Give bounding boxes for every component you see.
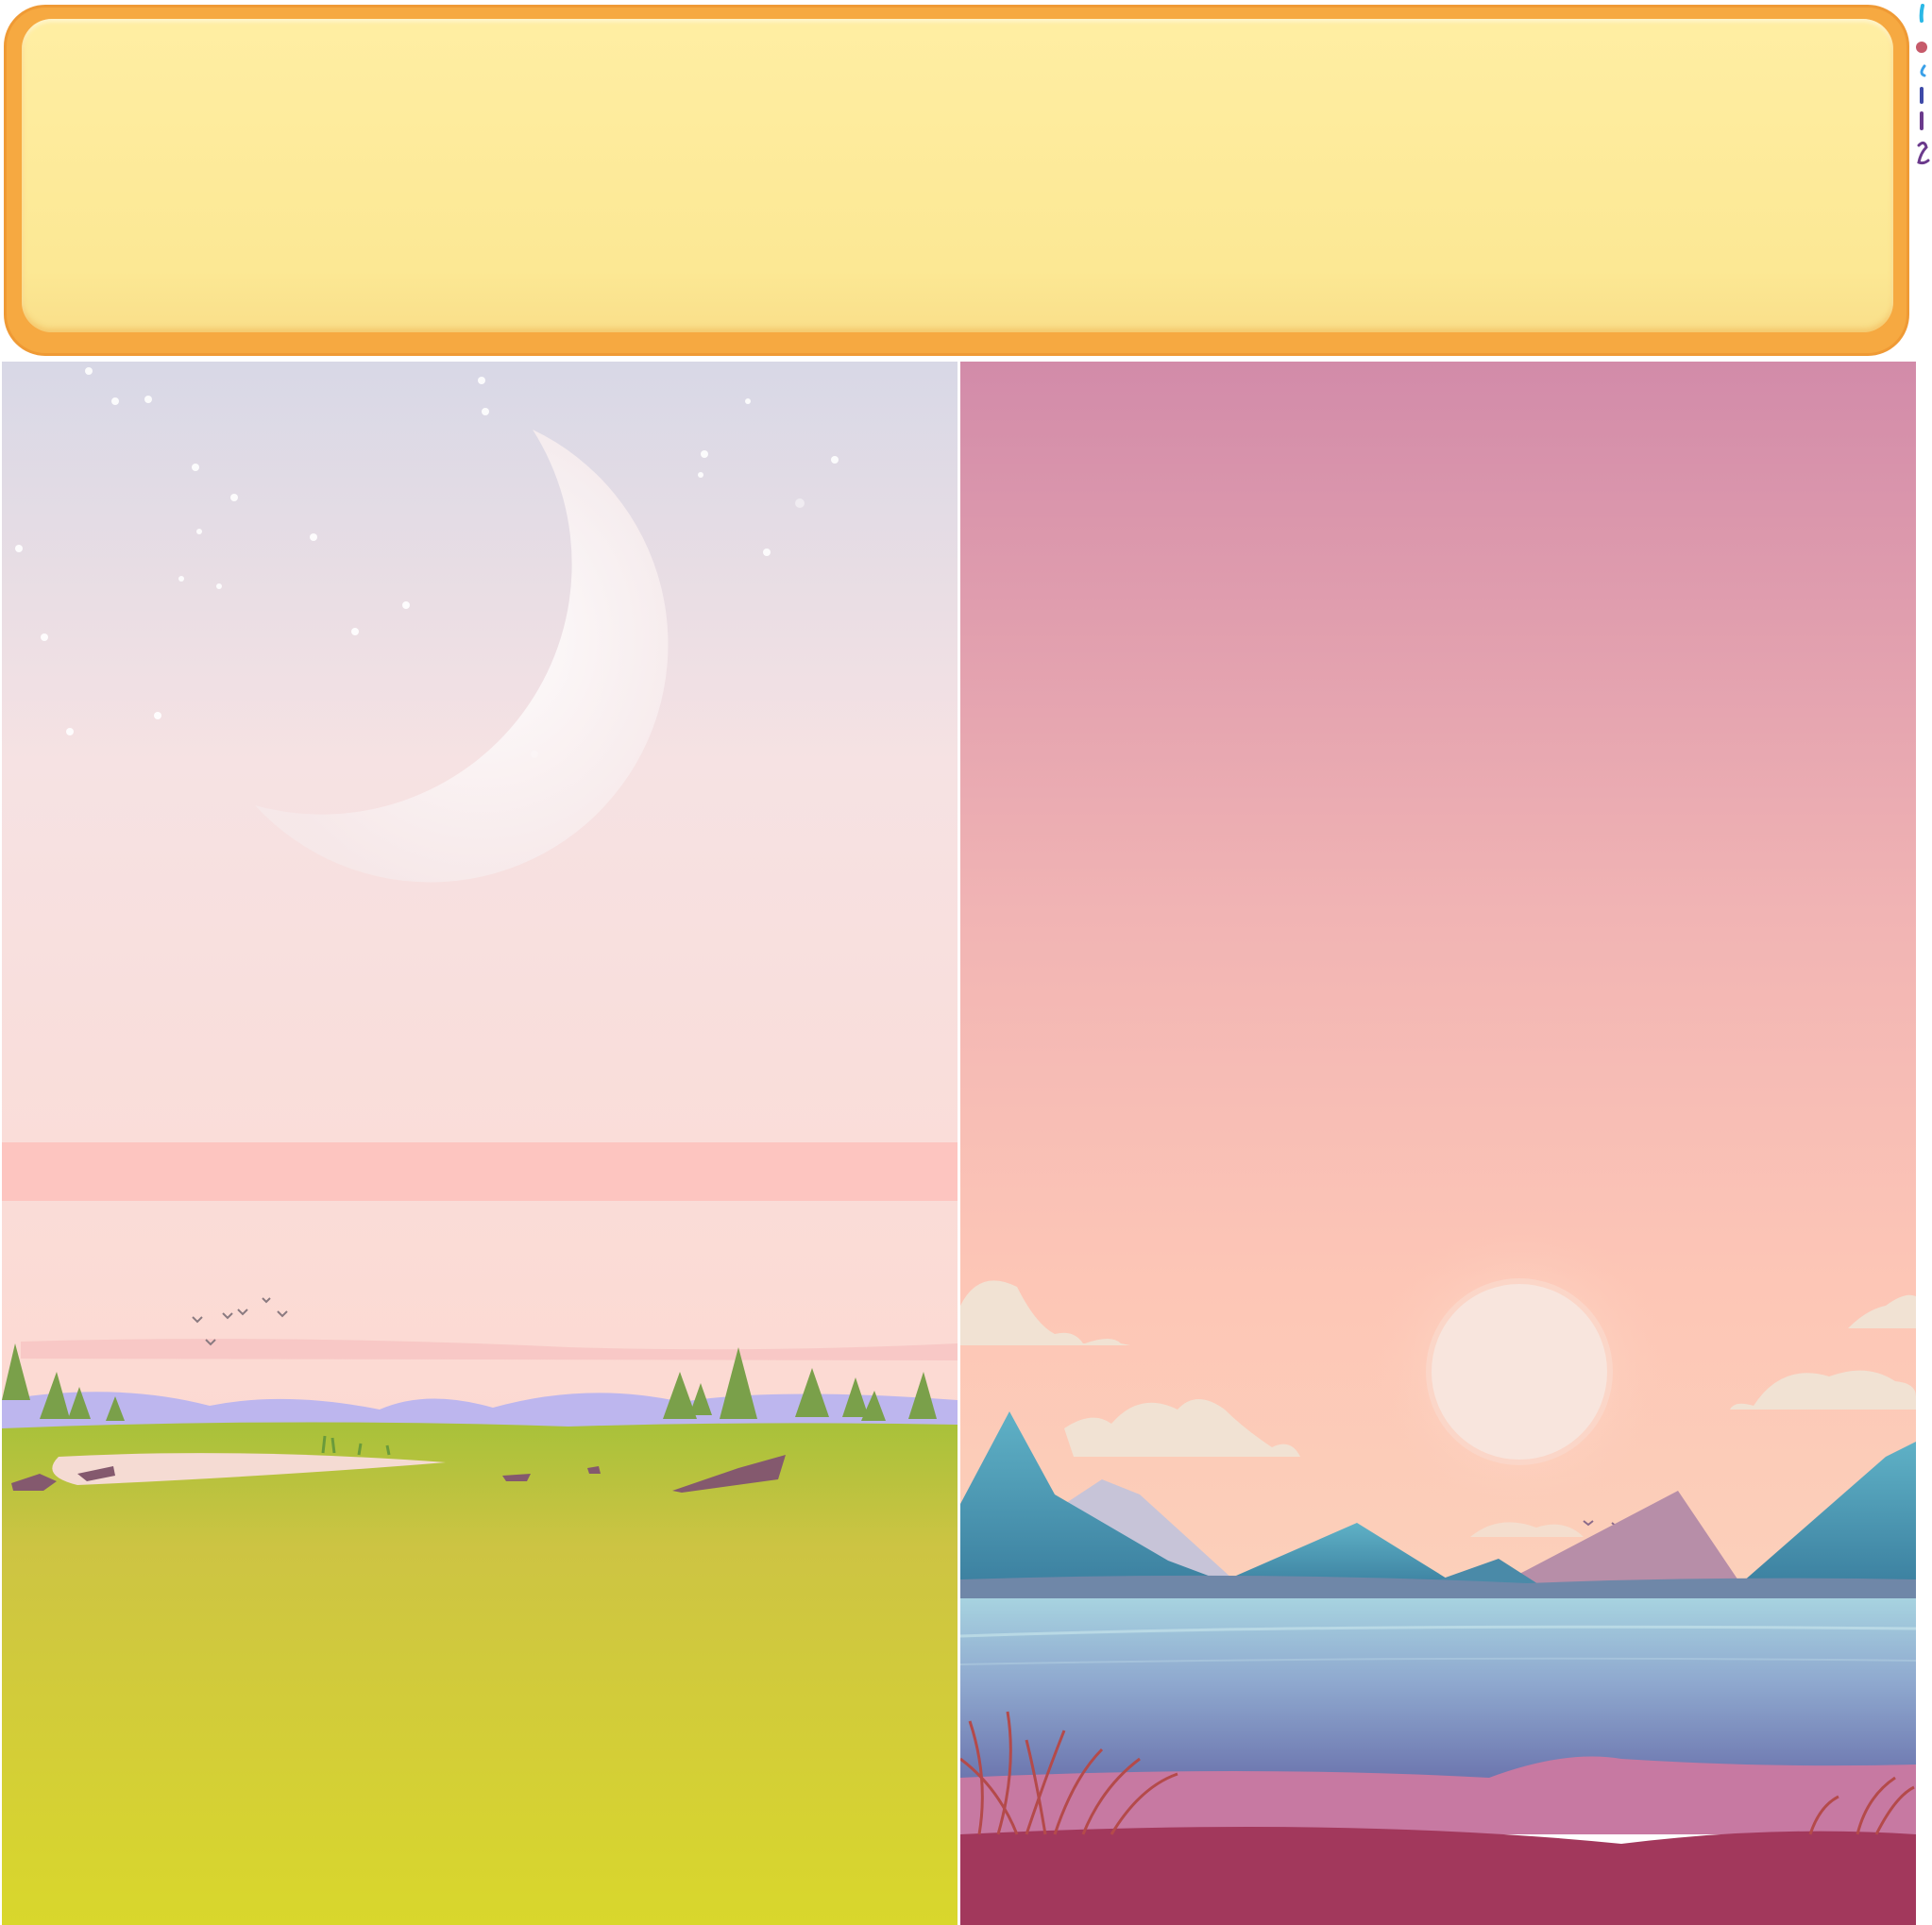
purple-bar-icon bbox=[1920, 111, 1924, 130]
meadow bbox=[2, 1422, 958, 1925]
sun bbox=[1426, 1278, 1613, 1465]
blue-droplet-icon bbox=[1920, 64, 1926, 77]
scene-moonlit-meadow[interactable] bbox=[2, 362, 958, 1925]
message-banner-panel bbox=[22, 19, 1893, 332]
message-banner bbox=[4, 5, 1909, 356]
blue-bar-icon bbox=[1920, 87, 1924, 104]
foreground-ground bbox=[960, 1827, 1916, 1925]
red-dot-icon bbox=[1916, 42, 1927, 53]
purple-squiggle-icon bbox=[1917, 141, 1930, 165]
sprite-strip bbox=[1911, 0, 1932, 189]
cyan-stroke-icon bbox=[1919, 4, 1924, 23]
haze-band bbox=[2, 1142, 958, 1201]
scene-sunset-lake[interactable] bbox=[960, 362, 1916, 1925]
